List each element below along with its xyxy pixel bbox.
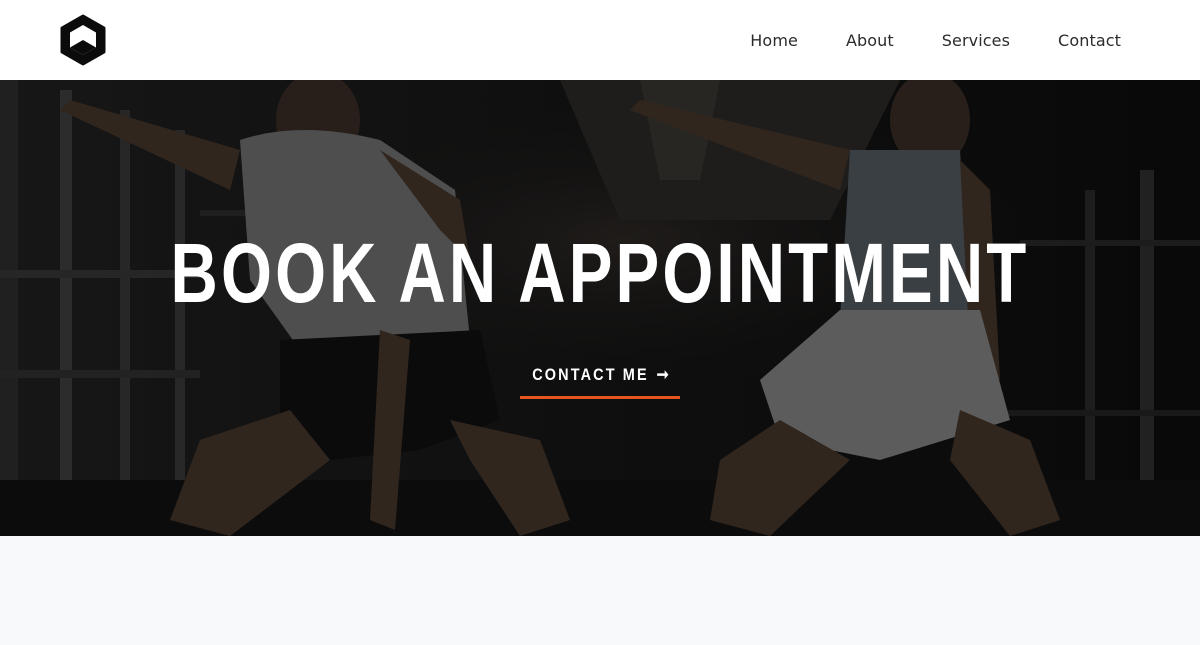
nav-item-home[interactable]: Home <box>750 31 798 50</box>
cta-text: CONTACT ME <box>532 365 649 384</box>
hero-title: BOOK AN APPOINTMENT <box>170 226 1030 320</box>
nav-item-about[interactable]: About <box>846 31 894 50</box>
nav-item-services[interactable]: Services <box>942 31 1010 50</box>
cta-underline <box>520 396 680 399</box>
content-section <box>0 536 1200 645</box>
site-header: Home About Services Contact <box>0 0 1200 80</box>
nav-item-contact[interactable]: Contact <box>1058 31 1121 50</box>
arrow-right-icon: ➞ <box>656 365 671 384</box>
hero-section: BOOK AN APPOINTMENT CONTACT ME ➞ <box>0 80 1200 536</box>
contact-me-button[interactable]: CONTACT ME ➞ <box>520 360 680 400</box>
hexagon-logo-icon[interactable] <box>58 14 108 66</box>
main-nav: Home About Services Contact <box>750 0 1121 80</box>
contact-me-label: CONTACT ME ➞ <box>532 360 671 390</box>
